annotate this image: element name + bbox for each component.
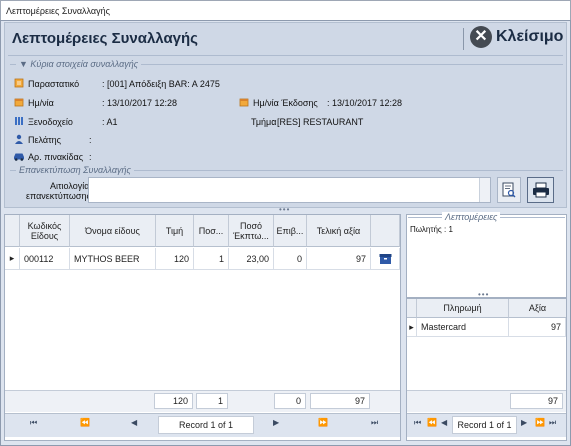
next-record-button[interactable]: ▶ [273, 418, 279, 427]
header-separator [463, 28, 464, 50]
reason-label-line1: Αιτιολογία [50, 181, 90, 191]
hotel-label: Ξενοδοχείο [28, 117, 73, 127]
reprint-group-label: Επανεκτύπωση Συναλλαγής [16, 165, 134, 175]
column-header-discount[interactable]: Ποσό Έκπτω... [229, 215, 274, 247]
column-header-quantity[interactable]: Ποσ... [194, 215, 229, 247]
seller-text: Πωλητής : 1 [410, 225, 453, 234]
total-surcharge: 0 [274, 393, 306, 409]
record-indicator: Record 1 of 1 [158, 416, 254, 434]
payments-total: 97 [510, 393, 563, 409]
voucher-label: Παραστατικό [28, 79, 80, 89]
cell-price[interactable]: 120 [156, 248, 194, 270]
row-action-button[interactable] [371, 248, 400, 270]
payments-record-indicator: Record 1 of 1 [452, 416, 517, 434]
close-button-label: Κλείσιμο [496, 28, 564, 45]
window-title: Λεπτομέρειες Συναλλαγής [6, 6, 110, 16]
document-icon [14, 78, 24, 88]
plate-label: Αρ. πινακίδας [28, 152, 84, 162]
cell-name[interactable]: MYTHOS BEER [70, 248, 156, 270]
cell-payment-amount[interactable]: 97 [509, 318, 566, 337]
date-label: Ημ/νία [28, 98, 54, 108]
department-value: : [RES] RESTAURANT [272, 117, 364, 127]
main-group-label[interactable]: ▼ Κύρια στοιχεία συναλλαγής [16, 59, 142, 69]
hotel-value: : A1 [102, 117, 118, 127]
column-header-action [371, 215, 400, 247]
column-header-surcharge[interactable]: Επιβ... [274, 215, 307, 247]
box-icon [379, 253, 391, 264]
print-preview-icon [502, 182, 516, 198]
close-button[interactable]: ✕ Κλείσιμο [470, 26, 563, 48]
printer-icon [532, 182, 549, 198]
payments-prev-button[interactable]: ◀ [441, 418, 447, 427]
row-indicator: ▸ [5, 248, 20, 270]
payments-next-button[interactable]: ▶ [521, 418, 527, 427]
person-icon [15, 134, 23, 144]
collapse-arrow-icon: ▼ [19, 59, 31, 69]
column-header-total[interactable]: Τελική αξία [307, 215, 371, 247]
splitter-handle[interactable]: ••• [279, 205, 290, 214]
cell-discount[interactable]: 23,00 [229, 248, 274, 270]
cell-payment-method[interactable]: Mastercard [417, 318, 509, 337]
customer-label: Πελάτης [28, 135, 61, 145]
reprint-reason-input[interactable] [88, 177, 491, 203]
payments-row-indicator-header [407, 299, 417, 318]
print-button[interactable] [527, 177, 554, 203]
cell-code[interactable]: 000112 [20, 248, 70, 270]
prev-record-button[interactable]: ◀ [131, 418, 137, 427]
payments-last-button[interactable]: ⏭ [549, 418, 556, 428]
cell-surcharge[interactable]: 0 [274, 248, 307, 270]
preview-button[interactable] [497, 177, 521, 203]
total-price: 120 [154, 393, 193, 409]
reason-scrollbar[interactable] [479, 178, 490, 202]
total-amount: 97 [310, 393, 370, 409]
main-group-title: Κύρια στοιχεία συναλλαγής [30, 59, 139, 69]
prev-page-button[interactable]: ⏪ [80, 418, 90, 427]
calendar-icon [14, 98, 24, 107]
window-titlebar: Λεπτομέρειες Συναλλαγής [0, 0, 571, 20]
voucher-value: : [001] Απόδειξη BAR: A 2475 [102, 79, 220, 89]
cell-total[interactable]: 97 [307, 248, 371, 270]
row-indicator-header [5, 215, 20, 247]
payments-row-indicator: ▸ [407, 318, 417, 337]
column-header-amount[interactable]: Αξία [509, 299, 566, 318]
column-header-price[interactable]: Τιμή [156, 215, 194, 247]
column-header-name[interactable]: Όνομα είδους [70, 215, 156, 247]
date-value: : 13/10/2017 12:28 [102, 98, 178, 108]
car-icon [14, 153, 24, 161]
cell-quantity[interactable]: 1 [194, 248, 229, 270]
column-header-payment[interactable]: Πληρωμή [417, 299, 509, 318]
close-icon: ✕ [470, 26, 492, 48]
payments-next-page-button[interactable]: ⏩ [535, 418, 545, 427]
payments-first-button[interactable]: ⏮ [414, 418, 421, 428]
next-page-button[interactable]: ⏩ [318, 418, 328, 427]
page-title: Λεπτομέρειες Συναλλαγής [12, 30, 198, 47]
issue-date-value: : 13/10/2017 12:28 [327, 98, 403, 108]
issue-date-label: Ημ/νία Έκδοσης [253, 98, 318, 108]
first-record-button[interactable]: ⏮ [30, 418, 37, 428]
last-record-button[interactable]: ⏭ [371, 418, 378, 428]
calendar-icon [239, 98, 249, 107]
plate-value: : [89, 152, 92, 162]
header-divider [8, 55, 563, 56]
hotel-icon [15, 117, 23, 125]
payments-prev-page-button[interactable]: ⏪ [427, 418, 437, 427]
customer-value: : [89, 135, 92, 145]
column-header-code[interactable]: Κωδικός Είδους [20, 215, 70, 247]
total-quantity: 1 [196, 393, 228, 409]
details-group-label: Λεπτομέρειες [442, 212, 501, 222]
reason-label-line2: επανεκτύπωσης [26, 191, 91, 201]
